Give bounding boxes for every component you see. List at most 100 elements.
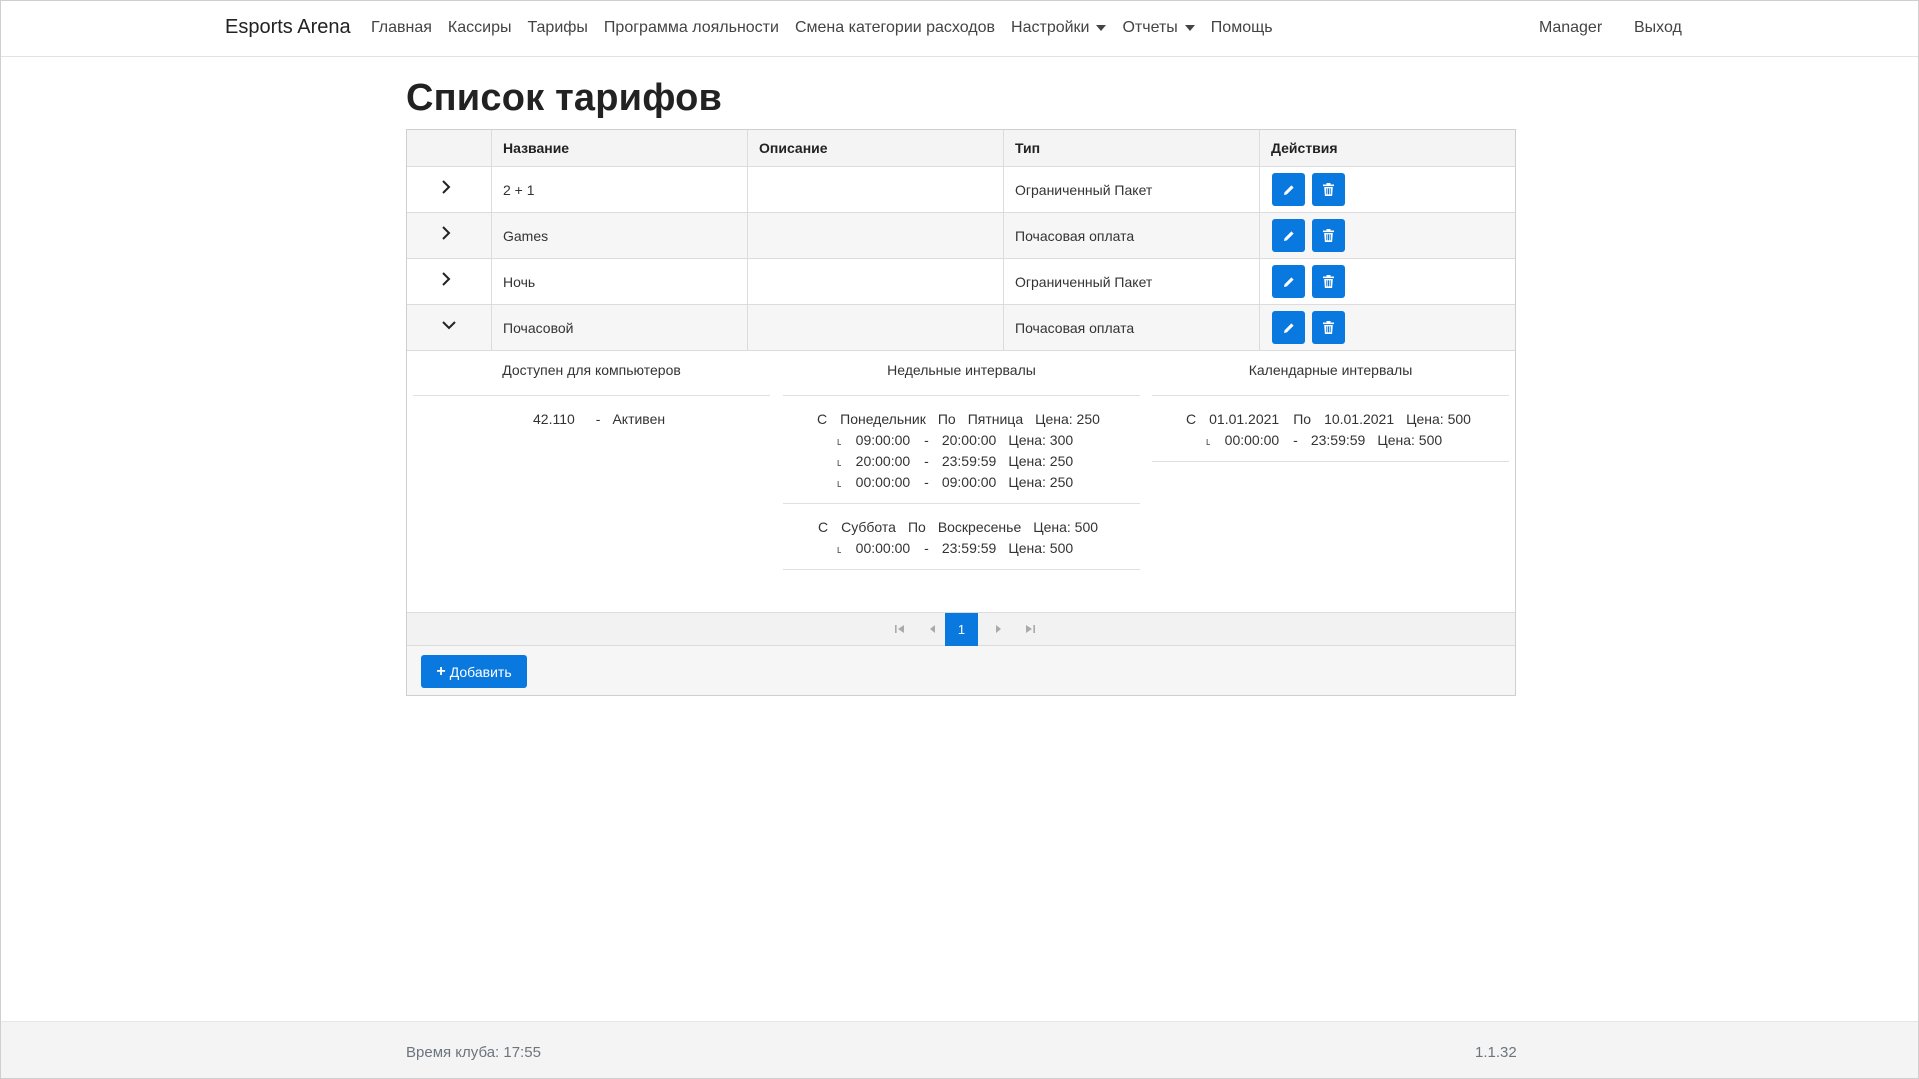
- row-type: Почасовая оплата: [1004, 213, 1260, 258]
- pencil-icon: [1283, 276, 1294, 287]
- from-label: С: [818, 518, 829, 535]
- expand-cell[interactable]: [407, 213, 492, 258]
- to-date: 10.01.2021: [1324, 410, 1395, 427]
- interval-end: 09:00:00: [941, 473, 997, 490]
- interval-start: 00:00:00: [855, 539, 911, 556]
- interval-separator: -: [924, 473, 929, 490]
- pencil-icon: [1283, 230, 1294, 241]
- detail-calendar: Календарные интервалы С 01.01.2021 По 10…: [1152, 351, 1509, 462]
- top-navbar: Esports Arena Главная Кассиры Тарифы Про…: [1, 1, 1918, 57]
- edit-button[interactable]: [1272, 219, 1305, 252]
- chevron-down-icon[interactable]: [439, 315, 459, 335]
- calendar-title: Календарные интервалы: [1152, 351, 1509, 396]
- header-description[interactable]: Описание: [748, 130, 1004, 166]
- add-tariff-button[interactable]: + Добавить: [421, 655, 527, 688]
- brand-link[interactable]: Esports Arena: [225, 16, 351, 39]
- nav-reports-dropdown[interactable]: Отчеты: [1122, 19, 1195, 37]
- nav-user[interactable]: Manager: [1539, 19, 1602, 37]
- interval-start: 00:00:00: [855, 473, 911, 490]
- interval-separator: -: [1293, 431, 1298, 448]
- interval-end: 23:59:59: [1310, 431, 1366, 448]
- nav-help[interactable]: Помощь: [1211, 19, 1273, 37]
- first-page-icon[interactable]: [892, 621, 908, 637]
- range-price: Цена: 500: [1406, 410, 1471, 427]
- next-page-icon[interactable]: [990, 621, 1006, 637]
- expand-cell[interactable]: [407, 305, 492, 350]
- interval-separator: -: [924, 539, 929, 556]
- expand-cell[interactable]: [407, 167, 492, 212]
- detail-computers: Доступен для компьютеров 42.110 - Активе…: [413, 351, 770, 429]
- nav-expense-category[interactable]: Смена категории расходов: [795, 19, 995, 37]
- nav-tariffs[interactable]: Тарифы: [527, 19, 587, 37]
- add-label: Добавить: [449, 663, 512, 680]
- row-description: [748, 259, 1004, 304]
- nav-home[interactable]: Главная: [371, 19, 432, 37]
- interval-price: Цена: 500: [1008, 539, 1074, 556]
- header-name[interactable]: Название: [492, 130, 748, 166]
- delete-button[interactable]: [1312, 265, 1345, 298]
- expand-cell[interactable]: [407, 259, 492, 304]
- interval-price: Цена: 300: [1008, 431, 1074, 448]
- weekly-title: Недельные интервалы: [783, 351, 1140, 396]
- pencil-icon: [1283, 322, 1294, 333]
- last-page-icon[interactable]: [1022, 621, 1038, 637]
- weekly-subinterval: ˪ 20:00:00 - 23:59:59 Цена: 250: [783, 450, 1140, 471]
- table-header: Название Описание Тип Действия: [407, 130, 1515, 167]
- header-type[interactable]: Тип: [1004, 130, 1260, 166]
- trash-icon: [1323, 183, 1334, 196]
- from-label: С: [1186, 410, 1197, 427]
- edit-button[interactable]: [1272, 173, 1305, 206]
- delete-button[interactable]: [1312, 311, 1345, 344]
- row-actions: [1260, 167, 1515, 212]
- weekly-subinterval: ˪ 00:00:00 - 23:59:59 Цена: 500: [783, 537, 1140, 558]
- interval-separator: -: [924, 452, 929, 469]
- table-row: 2 + 1 Ограниченный Пакет: [407, 167, 1515, 213]
- nav-loyalty[interactable]: Программа лояльности: [604, 19, 779, 37]
- calendar-range: С 01.01.2021 По 10.01.2021 Цена: 500: [1152, 408, 1509, 429]
- range-price: Цена: 500: [1033, 518, 1099, 535]
- nav-cashiers[interactable]: Кассиры: [448, 19, 512, 37]
- prev-page-icon[interactable]: [925, 621, 941, 637]
- to-label: По: [937, 410, 956, 427]
- delete-button[interactable]: [1312, 219, 1345, 252]
- row-type: Ограниченный Пакет: [1004, 167, 1260, 212]
- pager: 1: [407, 612, 1515, 646]
- from-date: 01.01.2021: [1209, 410, 1280, 427]
- computer-status: Активен: [612, 410, 666, 427]
- calendar-subinterval: ˪ 00:00:00 - 23:59:59 Цена: 500: [1152, 429, 1509, 450]
- tree-branch-icon: ˪: [837, 431, 842, 448]
- header-expand: [407, 130, 492, 166]
- grid-toolbar: + Добавить: [407, 646, 1515, 695]
- tariff-detail: Доступен для компьютеров 42.110 - Активе…: [407, 351, 1515, 612]
- tariffs-grid: Название Описание Тип Действия 2 + 1 Огр…: [406, 129, 1516, 696]
- table-row: Games Почасовая оплата: [407, 213, 1515, 259]
- delete-button[interactable]: [1312, 173, 1345, 206]
- row-type: Почасовая оплата: [1004, 305, 1260, 350]
- interval-start: 00:00:00: [1224, 431, 1280, 448]
- edit-button[interactable]: [1272, 265, 1305, 298]
- chevron-right-icon[interactable]: [436, 269, 456, 289]
- nav-logout[interactable]: Выход: [1634, 19, 1682, 37]
- row-description: [748, 167, 1004, 212]
- row-description: [748, 213, 1004, 258]
- interval-end: 23:59:59: [941, 452, 997, 469]
- detail-weekly: Недельные интервалы С Понедельник По Пят…: [783, 351, 1140, 570]
- to-day: Пятница: [967, 410, 1024, 427]
- caret-down-icon: [1184, 25, 1195, 31]
- chevron-right-icon[interactable]: [436, 177, 456, 197]
- weekly-subinterval: ˪ 09:00:00 - 20:00:00 Цена: 300: [783, 429, 1140, 450]
- app-version: 1.1.32: [1475, 1044, 1517, 1061]
- from-day: Понедельник: [840, 410, 926, 427]
- table-row: Ночь Ограниченный Пакет: [407, 259, 1515, 305]
- edit-button[interactable]: [1272, 311, 1305, 344]
- row-actions: [1260, 305, 1515, 350]
- nav-settings-dropdown[interactable]: Настройки: [1011, 19, 1107, 37]
- chevron-right-icon[interactable]: [436, 223, 456, 243]
- page-button-current[interactable]: 1: [945, 613, 978, 646]
- trash-icon: [1323, 275, 1334, 288]
- interval-price: Цена: 500: [1377, 431, 1443, 448]
- tree-branch-icon: ˪: [1206, 431, 1211, 448]
- interval-start: 20:00:00: [855, 452, 911, 469]
- computer-separator: -: [595, 410, 601, 427]
- plus-icon: +: [436, 662, 446, 680]
